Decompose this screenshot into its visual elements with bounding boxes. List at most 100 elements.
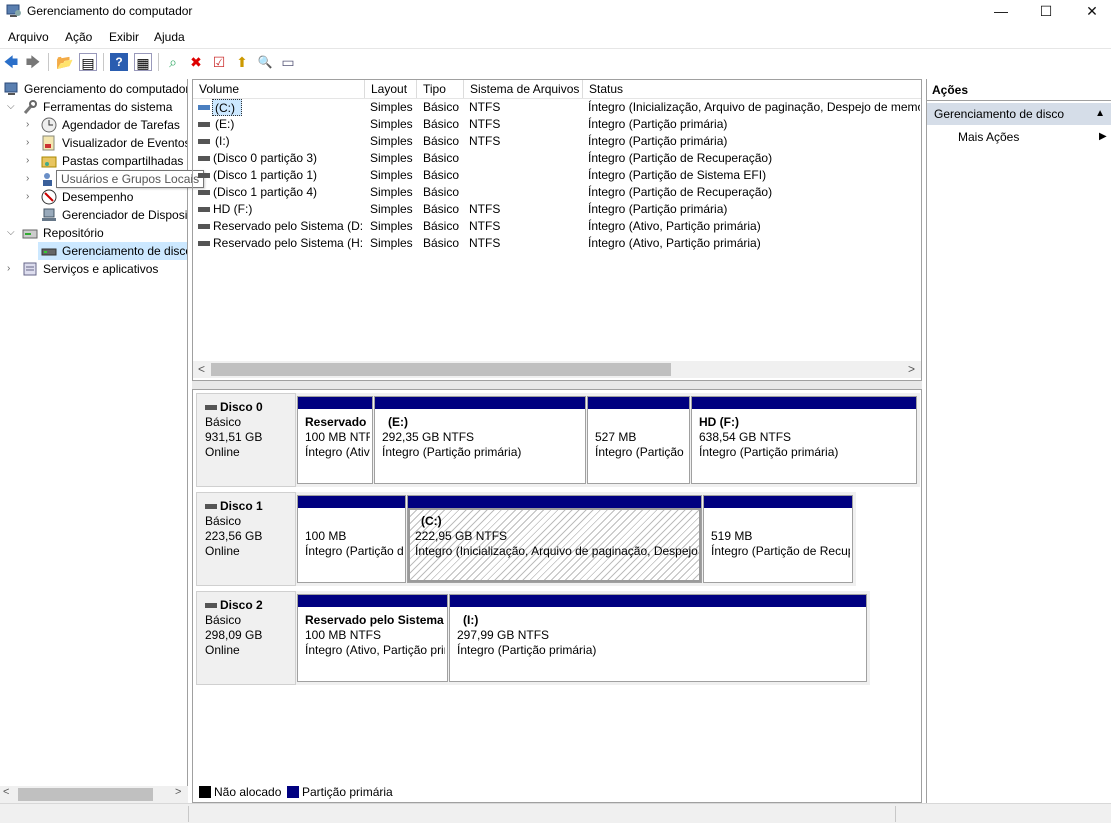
tree-scroll-thumb[interactable] xyxy=(18,788,153,801)
disk-size: 931,51 GB xyxy=(205,430,263,444)
table-cell-volume[interactable]: Reservado pelo Sistema (H:) xyxy=(213,235,363,252)
table-cell-fs: NTFS xyxy=(469,202,501,216)
submenu-arrow-icon[interactable]: ▶ xyxy=(1099,131,1107,142)
table-cell-volume[interactable]: (Disco 1 partição 1) xyxy=(213,167,363,184)
maximize-button[interactable]: ☐ xyxy=(1023,0,1069,24)
table-cell-volume[interactable]: (I:) xyxy=(215,133,363,150)
list-icon[interactable]: ▭ xyxy=(279,53,297,71)
help-icon[interactable]: ? xyxy=(110,53,128,71)
scroll-right-icon[interactable]: > xyxy=(175,786,181,798)
disk-label-2[interactable]: Disco 2 Básico 298,09 GB Online xyxy=(196,591,296,685)
menu-arquivo[interactable]: Arquivo xyxy=(8,30,49,44)
partition-body: HD (F:) 638,54 GB NTFS Íntegro (Partição p… xyxy=(692,409,916,483)
table-cell-type: Básico xyxy=(423,151,460,165)
column-header-filesystem[interactable]: Sistema de Arquivos xyxy=(464,80,583,98)
partition-body: 519 MBÍntegro (Partição de Recuperação) xyxy=(704,508,852,582)
partition-block[interactable]: HD (F:) 638,54 GB NTFS Íntegro (Partição p… xyxy=(691,396,917,484)
tree-item-root[interactable]: Gerenciamento do computador xyxy=(0,80,187,98)
partition-bar xyxy=(704,496,852,508)
table-cell-volume[interactable]: HD (F:) xyxy=(213,201,363,218)
partition-name: HD (F:) xyxy=(699,415,739,429)
actions-pane xyxy=(926,79,1111,803)
scroll-right-icon[interactable]: > xyxy=(908,362,915,376)
legend-swatch-unallocated xyxy=(199,786,211,798)
partition-block[interactable]: Reservado100 MB NTFSÍntegro (Ativo, Part… xyxy=(297,396,373,484)
pane-splitter[interactable] xyxy=(192,381,922,389)
disk-label-1[interactable]: Disco 1 Básico 223,56 GB Online xyxy=(196,492,296,586)
column-header-type[interactable]: Tipo xyxy=(417,80,464,98)
scroll-left-icon[interactable]: < xyxy=(198,362,205,376)
chevron-right-icon[interactable]: › xyxy=(26,188,29,206)
toolbar-separator xyxy=(48,53,49,71)
chevron-right-icon[interactable]: › xyxy=(26,152,29,170)
partition-block-selected[interactable]: (C:) 222,95 GB NTFS Íntegro (Inicialização… xyxy=(407,495,702,583)
folder-up-icon[interactable]: ⬆ xyxy=(233,53,251,71)
partition-name: Reservado xyxy=(305,415,367,429)
table-cell-type: Básico xyxy=(423,134,460,148)
partition-block[interactable]: 519 MBÍntegro (Partição de Recuperação) xyxy=(703,495,853,583)
partition-bar xyxy=(450,595,866,607)
volume-icon xyxy=(198,116,212,133)
actions-section-diskmgmt[interactable]: Gerenciamento de disco ▲ xyxy=(927,103,1111,125)
volume-icon xyxy=(198,218,212,235)
volume-icon xyxy=(198,167,212,184)
table-cell-volume[interactable]: (E:) xyxy=(215,116,363,133)
properties-icon[interactable]: ▦ xyxy=(134,53,152,71)
menu-ajuda[interactable]: Ajuda xyxy=(154,30,185,44)
up-folder-icon[interactable]: 📂 xyxy=(56,53,74,71)
column-header-volume[interactable]: Volume xyxy=(193,80,365,98)
column-header-status[interactable]: Status xyxy=(583,80,921,98)
partition-block[interactable]: Reservado pelo Sistema 100 MB NTFS Íntegro… xyxy=(297,594,448,682)
table-cell-type: Básico xyxy=(423,168,460,182)
legend-unallocated: Não alocado xyxy=(214,785,282,799)
collapse-up-icon[interactable]: ▲ xyxy=(1095,103,1105,125)
search-icon[interactable]: 🔍 xyxy=(256,53,274,71)
minimize-button[interactable]: — xyxy=(978,0,1024,24)
chevron-right-icon[interactable]: › xyxy=(26,170,29,188)
disk-state: Online xyxy=(205,643,240,657)
table-cell-volume[interactable]: (Disco 1 partição 4) xyxy=(213,184,363,201)
table-cell-volume[interactable]: (Disco 0 partição 3) xyxy=(213,150,363,167)
partition-bar xyxy=(298,496,405,508)
table-cell-fs xyxy=(469,184,579,201)
menu-acao[interactable]: Ação xyxy=(65,30,92,44)
partition-size: 100 MB NTFS xyxy=(305,430,370,444)
show-hide-tree-icon[interactable]: ▤ xyxy=(79,53,97,71)
check-icon[interactable]: ☑ xyxy=(210,53,228,71)
disk-name: Disco 2 xyxy=(220,598,263,612)
partition-block[interactable]: 100 MBÍntegro (Partição de Sistema EFI) xyxy=(297,495,406,583)
tree-item-diskmgmt[interactable]: Gerenciamento de disco xyxy=(38,242,187,260)
scroll-left-icon[interactable]: < xyxy=(3,786,9,798)
table-cell-layout: Simples xyxy=(370,185,413,199)
delete-icon[interactable]: ✖ xyxy=(187,53,205,71)
chevron-right-icon[interactable]: › xyxy=(7,260,10,278)
partition-size: 297,99 GB NTFS xyxy=(457,628,550,642)
partition-block[interactable]: (I:) 297,99 GB NTFS Íntegro (Partição prim… xyxy=(449,594,867,682)
disk-label-0[interactable]: Disco 0 Básico 931,51 GB Online xyxy=(196,393,296,487)
partition-block[interactable]: 527 MBÍntegro (Partição de Recuperação) xyxy=(587,396,690,484)
table-cell-layout: Simples xyxy=(370,117,413,131)
chevron-down-icon[interactable]: ⌵ xyxy=(7,98,15,116)
menu-exibir[interactable]: Exibir xyxy=(109,30,139,44)
partition-block[interactable]: (E:) 292,35 GB NTFS Íntegro (Partição prim… xyxy=(374,396,586,484)
table-cell-volume[interactable]: Reservado pelo Sistema (D:) xyxy=(213,218,363,235)
menu-bar: Arquivo Ação Exibir Ajuda xyxy=(0,26,1111,48)
more-actions-item[interactable]: Mais Ações xyxy=(958,130,1019,144)
connect-icon[interactable]: ⌕ xyxy=(164,53,182,71)
back-icon[interactable]: 🡄 xyxy=(2,53,20,71)
column-header-layout[interactable]: Layout xyxy=(365,80,417,98)
chevron-right-icon[interactable]: › xyxy=(26,134,29,152)
disk-icon xyxy=(205,603,217,609)
tree-label: Desempenho xyxy=(62,190,134,204)
disk-icon xyxy=(205,504,217,510)
table-cell-type: Básico xyxy=(423,236,460,250)
table-cell-volume[interactable]: (C:) xyxy=(212,99,242,116)
list-scroll-thumb[interactable] xyxy=(211,363,671,376)
forward-icon[interactable]: 🡆 xyxy=(24,53,42,71)
table-cell-layout: Simples xyxy=(370,219,413,233)
chevron-down-icon[interactable]: ⌵ xyxy=(7,224,15,242)
volume-icon xyxy=(198,99,212,116)
chevron-right-icon[interactable]: › xyxy=(26,116,29,134)
table-cell-layout: Simples xyxy=(370,151,413,165)
close-button[interactable]: ✕ xyxy=(1069,0,1111,24)
